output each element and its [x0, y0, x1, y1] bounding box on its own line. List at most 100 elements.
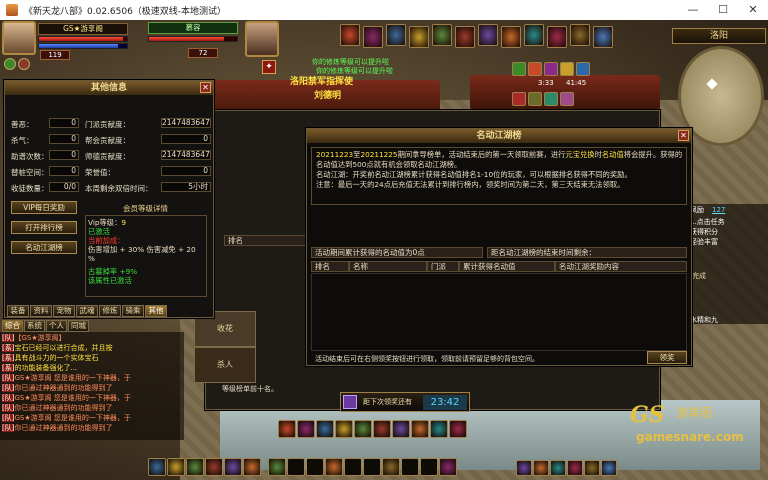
- activity-icon[interactable]: [432, 24, 452, 46]
- panel-tab[interactable]: 修炼: [99, 305, 121, 317]
- rank-list[interactable]: [311, 273, 687, 351]
- system-icon[interactable]: [584, 460, 600, 476]
- fame-rank-button[interactable]: 名动江湖榜: [11, 241, 77, 254]
- panel-tab[interactable]: 资料: [30, 305, 52, 317]
- activity-icon[interactable]: [340, 24, 360, 46]
- chat-log[interactable]: [队]【GS★游享阁】 [系]宝石已经可以进行合成，并且按 [系]具有战斗力的一个实…: [0, 332, 184, 440]
- skill-slot[interactable]: [335, 420, 353, 438]
- skill-slot[interactable]: [382, 458, 400, 476]
- rank-description: 20211223至20211225期间拿导榜单，活动结束后的第一天领取前赛，进行…: [311, 147, 687, 205]
- skill-slot[interactable]: [392, 420, 410, 438]
- skill-slot[interactable]: [363, 458, 381, 476]
- column-header: 累计获得名动值: [459, 261, 555, 272]
- menu-icon[interactable]: [148, 458, 166, 476]
- skill-slot[interactable]: [344, 458, 362, 476]
- maximize-button[interactable]: ☐: [708, 0, 738, 20]
- watermark-logo: GS: [630, 402, 665, 428]
- column-header: 名动江湖奖励内容: [555, 261, 687, 272]
- system-icon[interactable]: [550, 460, 566, 476]
- skill-slot[interactable]: [278, 420, 296, 438]
- activity-icon[interactable]: [478, 24, 498, 46]
- system-icon[interactable]: [516, 460, 532, 476]
- skill-slot[interactable]: [373, 420, 391, 438]
- panel-tab[interactable]: 装备: [7, 305, 29, 317]
- team-icon[interactable]: [18, 58, 30, 70]
- activity-icon[interactable]: [524, 24, 544, 46]
- target-level: 72: [188, 48, 218, 58]
- system-icon[interactable]: [601, 460, 617, 476]
- panel-tab[interactable]: 宠物: [53, 305, 75, 317]
- stat-label: 门派贡献度：: [85, 120, 130, 129]
- chat-tab[interactable]: 综合: [2, 320, 23, 332]
- buff-icon: [544, 92, 558, 106]
- stat-label: 师德贡献度：: [85, 152, 130, 161]
- stat-value: 0: [161, 134, 211, 144]
- rank-footer: 活动结束后可在右侧领奖按钮进行领取，领取前请预留足够的背包空间。: [315, 355, 539, 363]
- skill-slot[interactable]: [287, 458, 305, 476]
- system-icon[interactable]: [567, 460, 583, 476]
- skill-slot[interactable]: [268, 458, 286, 476]
- activity-icon[interactable]: [409, 26, 429, 48]
- menu-icon[interactable]: [167, 458, 185, 476]
- stat-value: 0: [49, 134, 79, 144]
- target-hp-bar: [149, 37, 224, 41]
- activity-icon[interactable]: [501, 26, 521, 48]
- panel-tab[interactable]: 其他: [145, 305, 167, 317]
- stat-value: 0: [49, 150, 79, 160]
- skill-slot[interactable]: [439, 458, 457, 476]
- skill-slot[interactable]: [325, 458, 343, 476]
- activity-icon[interactable]: [593, 26, 613, 48]
- player-hp-bar: [39, 37, 123, 41]
- sword-icon[interactable]: ✦: [262, 60, 276, 74]
- buff-icon: [560, 92, 574, 106]
- activity-icon[interactable]: [363, 26, 383, 48]
- target-avatar[interactable]: [245, 21, 279, 57]
- skill-slot[interactable]: [420, 458, 438, 476]
- stat-label: 替桩空间：: [11, 168, 49, 177]
- app-icon: [6, 4, 18, 16]
- player-avatar[interactable]: [2, 21, 36, 55]
- activity-icon[interactable]: [570, 24, 590, 46]
- gift-icon[interactable]: [343, 395, 357, 409]
- skill-slot[interactable]: [316, 420, 334, 438]
- stat-label: 荣誉值：: [85, 168, 115, 177]
- skill-slot[interactable]: [306, 458, 324, 476]
- skill-slot[interactable]: [354, 420, 372, 438]
- skill-slot[interactable]: [297, 420, 315, 438]
- skill-slot[interactable]: [401, 458, 419, 476]
- close-icon[interactable]: ✕: [678, 130, 689, 141]
- close-window-button[interactable]: ✕: [738, 0, 768, 20]
- activity-icon[interactable]: [386, 24, 406, 46]
- stat-label: 杀气：: [11, 136, 34, 145]
- skill-slot[interactable]: [411, 420, 429, 438]
- chat-line: [队]GS★游享阁 您是谁用的一下神器，于: [2, 414, 131, 422]
- panel-tab[interactable]: 骑乘: [122, 305, 144, 317]
- menu-icon[interactable]: [205, 458, 223, 476]
- panel-tab[interactable]: 武魂: [76, 305, 98, 317]
- chat-tab[interactable]: 系统: [24, 320, 45, 332]
- chat-line: [队]GS★游享阁 您是谁用的一下神器，于: [2, 394, 131, 402]
- vip-daily-reward-button[interactable]: VIP每日奖励: [11, 201, 77, 214]
- pet-icon[interactable]: [4, 58, 16, 70]
- chat-tab[interactable]: 个人: [46, 320, 67, 332]
- skill-slot[interactable]: [449, 420, 467, 438]
- menu-icon[interactable]: [186, 458, 204, 476]
- system-icon[interactable]: [533, 460, 549, 476]
- activity-icon[interactable]: [547, 26, 567, 48]
- menu-icon[interactable]: [224, 458, 242, 476]
- buff-icon: [528, 92, 542, 106]
- claim-button[interactable]: 领奖: [647, 351, 687, 364]
- stat-value: 0/0: [49, 182, 79, 192]
- menu-item[interactable]: 杀人: [194, 347, 256, 383]
- close-icon[interactable]: ✕: [200, 82, 211, 93]
- chat-tab[interactable]: 同城: [68, 320, 89, 332]
- stat-label: 本周剩余双倍时间：: [85, 184, 153, 193]
- menu-icon[interactable]: [243, 458, 261, 476]
- quest-link[interactable]: 127: [712, 206, 725, 215]
- minimize-button[interactable]: —: [678, 0, 708, 20]
- skill-slot[interactable]: [430, 420, 448, 438]
- chat-line: [队]【GS★游享阁】: [2, 334, 66, 342]
- game-scene[interactable]: GS★游享阁 119 慕容 72 ✦ 你的修炼等级可以提升啦 你的修炼等级可以提…: [0, 20, 768, 480]
- activity-icon[interactable]: [455, 26, 475, 48]
- open-leaderboard-button[interactable]: 打开排行榜: [11, 221, 77, 234]
